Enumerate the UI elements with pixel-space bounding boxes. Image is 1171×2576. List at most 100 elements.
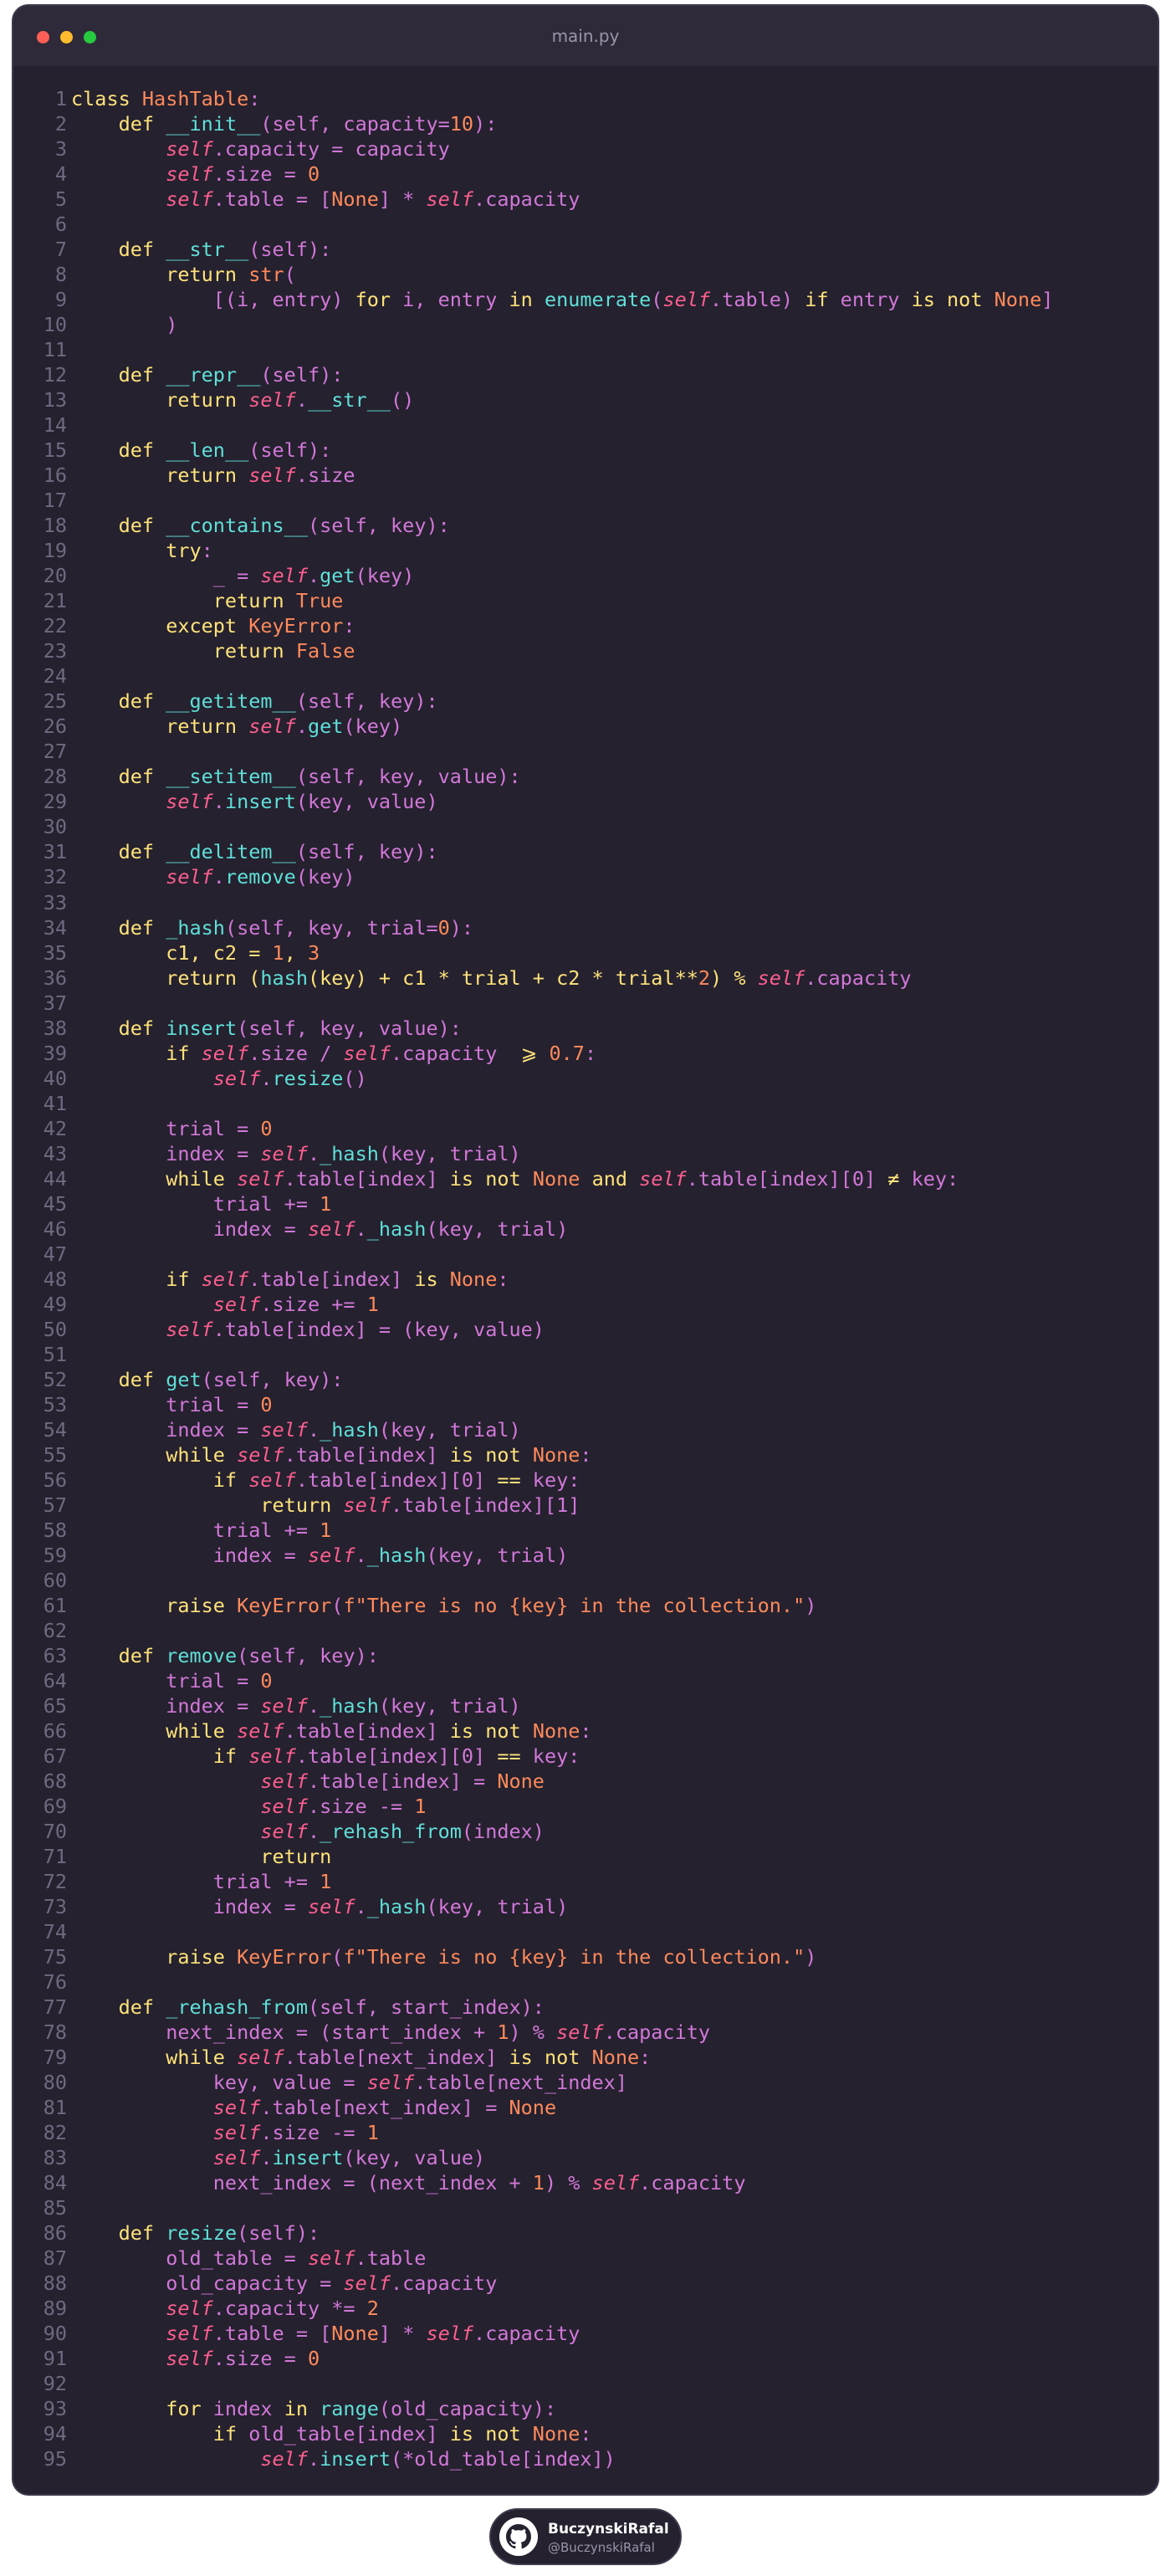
github-icon <box>499 2517 538 2556</box>
line-text: return self.get(key) <box>166 714 403 739</box>
code-line: 29 self.insert(key, value) <box>13 789 1158 814</box>
code-line: 22 except KeyError: <box>13 613 1158 638</box>
line-text: [(i, entry) for i, entry in enumerate(se… <box>212 288 1054 312</box>
line-number: 93 <box>43 2397 67 2421</box>
line-number: 91 <box>43 2347 67 2371</box>
code-line: 67 if self.table[index][0] == key: <box>13 1744 1158 1769</box>
line-number: 48 <box>43 1267 67 1291</box>
line-text: def _rehash_from(self, start_index): <box>118 1995 545 2020</box>
code-line: 8 return str( <box>13 262 1158 287</box>
line-number: 94 <box>43 2422 67 2446</box>
line-number: 15 <box>43 438 67 463</box>
code-line: 82 self.size -= 1 <box>13 2120 1158 2145</box>
line-text: return <box>260 1845 332 1869</box>
line-number: 86 <box>43 2221 67 2246</box>
badge-name: BuczynskiRafal <box>548 2521 669 2538</box>
code-line: 6 <box>13 212 1158 237</box>
line-text: while self.table[next_index] is not None… <box>166 2046 652 2070</box>
line-number: 18 <box>43 514 67 538</box>
line-text: self.insert(key, value) <box>166 790 438 814</box>
code-line: 58 trial += 1 <box>13 1518 1158 1543</box>
line-text: self.table = [None] * self.capacity <box>166 2322 580 2346</box>
code-line: 64 trial = 0 <box>13 1668 1158 1693</box>
code-line: 79 while self.table[next_index] is not N… <box>13 2045 1158 2070</box>
code-line: 35 c1, c2 = 1, 3 <box>13 940 1158 965</box>
code-line: 72 trial += 1 <box>13 1869 1158 1894</box>
line-text: trial += 1 <box>212 1518 332 1542</box>
line-number: 34 <box>43 915 67 940</box>
code-line: 18 def __contains__(self, key): <box>13 513 1158 538</box>
code-line: 88 old_capacity = self.capacity <box>13 2271 1158 2296</box>
code-window: main.py 1 class HashTable: 2 def __init__(… <box>12 4 1159 2496</box>
line-number: 72 <box>43 1870 67 1894</box>
code-line: 26 return self.get(key) <box>13 714 1158 739</box>
badge-handle: @BuczynskiRafal <box>548 2540 655 2555</box>
line-number: 43 <box>43 1141 67 1165</box>
line-text: return str( <box>166 263 296 287</box>
line-text: next_index = (next_index + 1) % self.cap… <box>212 2171 746 2195</box>
line-number: 51 <box>43 1342 67 1366</box>
line-text: if old_table[index] is not None: <box>212 2422 592 2446</box>
line-number: 23 <box>43 639 67 663</box>
line-text: return True <box>212 589 344 613</box>
line-number: 9 <box>54 288 67 312</box>
code-line: 45 trial += 1 <box>13 1191 1158 1216</box>
line-number: 81 <box>43 2096 67 2120</box>
line-text: self.size += 1 <box>212 1292 379 1316</box>
line-text: while self.table[index] is not None: <box>166 1442 592 1467</box>
line-number: 16 <box>43 463 67 488</box>
line-number: 71 <box>43 1845 67 1869</box>
code-line: 46 index = self._hash(key, trial) <box>13 1216 1158 1242</box>
code-line: 32 self.remove(key) <box>13 864 1158 889</box>
line-text: def __getitem__(self, key): <box>118 689 438 714</box>
code-line: 71 return <box>13 1844 1158 1869</box>
code-line: 52 def get(self, key): <box>13 1367 1158 1392</box>
code-line: 7 def __str__(self): <box>13 237 1158 262</box>
code-line: 1 class HashTable: <box>13 86 1158 111</box>
code-editor: 1 class HashTable: 2 def __init__(self, ca… <box>13 86 1158 2471</box>
line-number: 40 <box>43 1066 67 1090</box>
line-text: def resize(self): <box>118 2221 320 2246</box>
line-number: 88 <box>43 2271 67 2296</box>
line-number: 28 <box>43 765 67 789</box>
line-number: 7 <box>54 238 67 262</box>
line-text: index = self._hash(key, trial) <box>166 1141 521 1165</box>
code-line: 73 index = self._hash(key, trial) <box>13 1894 1158 1919</box>
author-badge: BuczynskiRafal @BuczynskiRafal <box>489 2508 682 2565</box>
line-text: return self.size <box>166 463 355 488</box>
line-number: 87 <box>43 2246 67 2271</box>
line-text: return self.table[index][1] <box>260 1493 580 1517</box>
line-text: def __delitem__(self, key): <box>118 840 438 864</box>
line-number: 17 <box>43 489 67 513</box>
code-line: 13 return self.__str__() <box>13 387 1158 412</box>
line-text: self.table[index] = (key, value) <box>166 1317 545 1341</box>
code-line: 66 while self.table[index] is not None: <box>13 1718 1158 1744</box>
line-number: 58 <box>43 1518 67 1542</box>
code-line: 48 if self.table[index] is None: <box>13 1267 1158 1292</box>
line-number: 65 <box>43 1694 67 1718</box>
code-line: 85 <box>13 2195 1158 2220</box>
code-line: 86 def resize(self): <box>13 2220 1158 2246</box>
code-line: 81 self.table[next_index] = None <box>13 2095 1158 2120</box>
line-text: if self.table[index][0] == key: <box>212 1744 580 1769</box>
line-number: 89 <box>43 2297 67 2321</box>
line-number: 53 <box>43 1392 67 1416</box>
line-text: self.insert(*old_table[index]) <box>260 2447 616 2471</box>
line-number: 22 <box>43 614 67 638</box>
line-number: 21 <box>43 589 67 613</box>
code-line: 78 next_index = (start_index + 1) % self… <box>13 2020 1158 2045</box>
code-line: 83 self.insert(key, value) <box>13 2145 1158 2170</box>
line-number: 10 <box>43 313 67 337</box>
line-number: 49 <box>43 1292 67 1316</box>
code-line: 34 def _hash(self, key, trial=0): <box>13 915 1158 940</box>
line-text: index = self._hash(key, trial) <box>212 1216 569 1241</box>
line-text: class HashTable: <box>71 87 261 110</box>
line-number: 5 <box>54 187 67 212</box>
line-text: trial += 1 <box>212 1191 332 1216</box>
code-line: 65 index = self._hash(key, trial) <box>13 1693 1158 1718</box>
code-line: 51 <box>13 1342 1158 1367</box>
code-line: 20 _ = self.get(key) <box>13 563 1158 588</box>
line-text: old_capacity = self.capacity <box>166 2271 498 2296</box>
line-number: 29 <box>43 790 67 814</box>
line-text: trial = 0 <box>166 1392 273 1416</box>
